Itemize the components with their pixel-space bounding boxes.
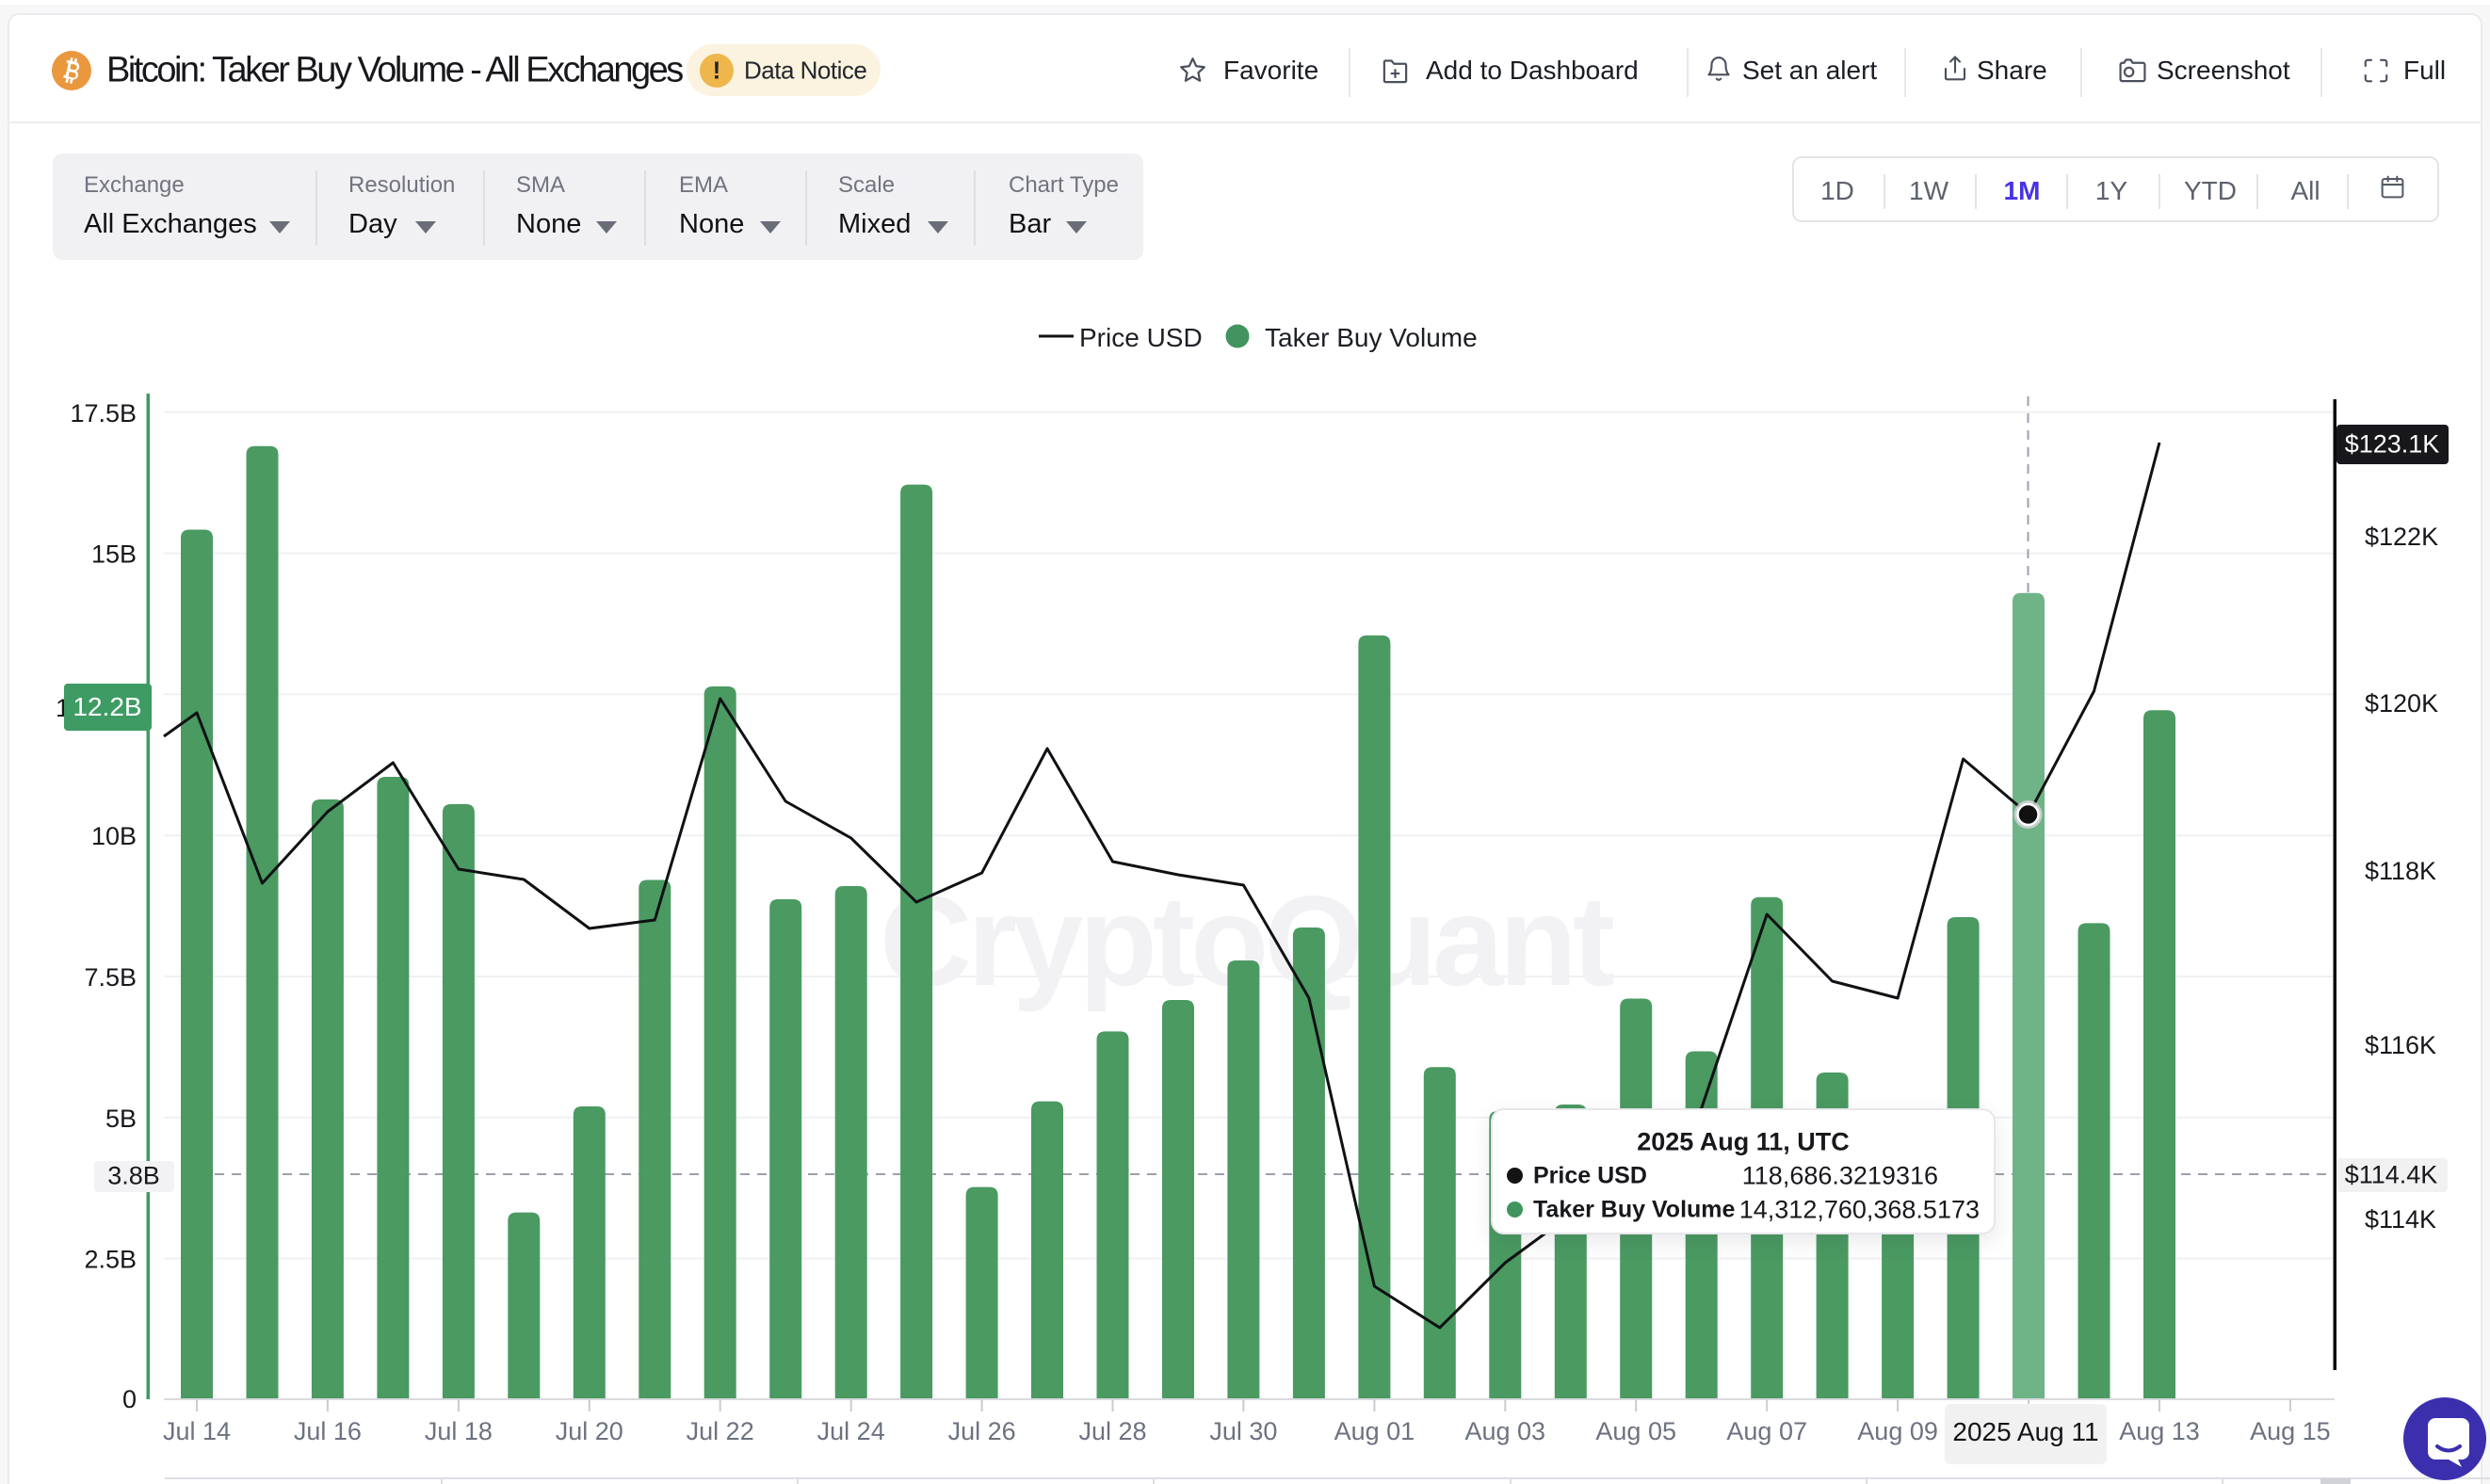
svg-text:$122K: $122K bbox=[2365, 523, 2438, 551]
svg-text:Jul 30: Jul 30 bbox=[1209, 1417, 1277, 1445]
svg-text:Jul 28: Jul 28 bbox=[1078, 1417, 1146, 1445]
svg-text:Jul 16: Jul 16 bbox=[294, 1417, 362, 1445]
svg-text:$120K: $120K bbox=[2365, 689, 2438, 718]
svg-text:10B: 10B bbox=[91, 822, 137, 850]
svg-text:7.5B: 7.5B bbox=[84, 963, 137, 992]
svg-text:0: 0 bbox=[122, 1385, 137, 1413]
svg-text:Jul 24: Jul 24 bbox=[817, 1417, 885, 1445]
svg-text:Aug 05: Aug 05 bbox=[1595, 1417, 1676, 1445]
svg-text:Jul 18: Jul 18 bbox=[425, 1417, 493, 1445]
svg-text:Jul 22: Jul 22 bbox=[687, 1417, 754, 1445]
svg-text:Jul 26: Jul 26 bbox=[948, 1417, 1016, 1445]
svg-text:Jul 14: Jul 14 bbox=[163, 1417, 231, 1445]
svg-text:5B: 5B bbox=[105, 1105, 137, 1133]
svg-text:15B: 15B bbox=[91, 540, 137, 569]
svg-text:Price USD: Price USD bbox=[1079, 323, 1203, 352]
svg-text:Taker Buy Volume: Taker Buy Volume bbox=[1265, 323, 1478, 352]
svg-text:17.5B: 17.5B bbox=[70, 399, 137, 427]
svg-text:Aug 03: Aug 03 bbox=[1465, 1417, 1546, 1445]
svg-text:Aug 13: Aug 13 bbox=[2119, 1417, 2200, 1445]
svg-text:Aug 15: Aug 15 bbox=[2250, 1417, 2331, 1445]
svg-text:$116K: $116K bbox=[2365, 1031, 2436, 1059]
svg-text:$114K: $114K bbox=[2365, 1205, 2436, 1234]
svg-text:Aug 01: Aug 01 bbox=[1334, 1417, 1415, 1445]
svg-text:Jul 20: Jul 20 bbox=[556, 1417, 623, 1445]
svg-text:2.5B: 2.5B bbox=[84, 1246, 137, 1274]
svg-text:$118K: $118K bbox=[2365, 857, 2436, 885]
svg-text:Aug 07: Aug 07 bbox=[1726, 1417, 1807, 1445]
svg-text:Aug 09: Aug 09 bbox=[1857, 1417, 1938, 1445]
